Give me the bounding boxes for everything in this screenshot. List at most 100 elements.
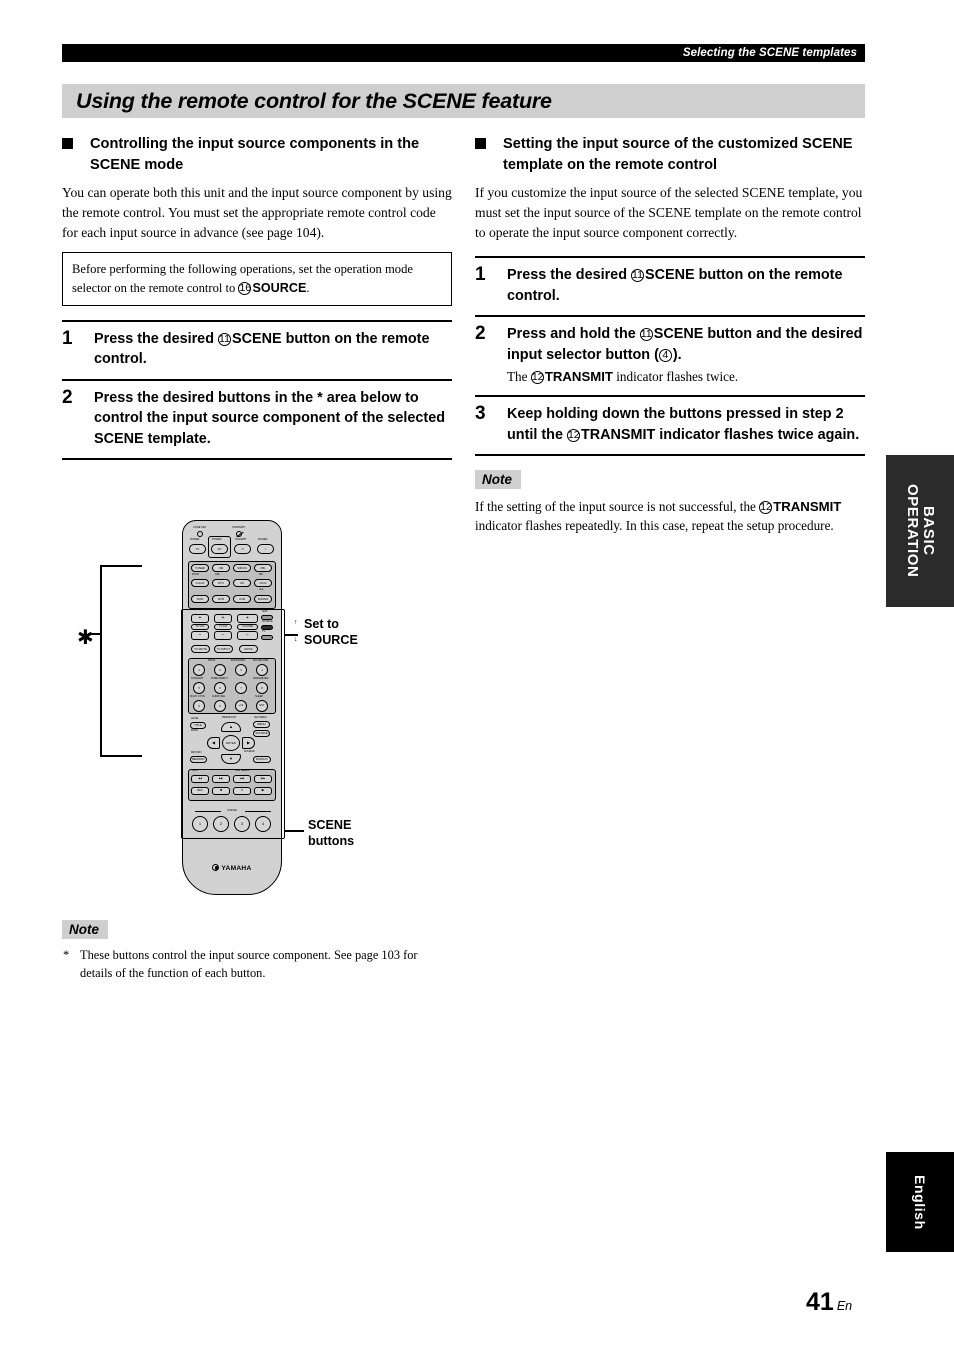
remote-key-tuner[interactable]: TUNER [191, 564, 209, 572]
page-title: Using the remote control for the SCENE f… [76, 88, 552, 113]
left-step-1-text: Press the desired 11 SCENE button on the … [94, 329, 452, 370]
transmit-label: TRANSMIT [232, 526, 246, 529]
set-to-source-arrow-down: ↓ [294, 636, 298, 643]
label-stars: ★★ [259, 588, 264, 591]
circled-number-11: 11 [630, 269, 644, 283]
set-to-source-arrow-up: ↑ [294, 619, 298, 626]
set-to-source-line2: SOURCE [304, 632, 358, 647]
left-column: Controlling the input source components … [62, 134, 452, 461]
brand-logo: YAMAHA [183, 864, 281, 872]
side-tab-basic-text: BASIC OPERATION [904, 484, 937, 578]
bullet-square-icon [475, 138, 486, 149]
right-step-1-bold: SCENE [644, 267, 695, 284]
remote-control-body: CODE SET TRANSMIT POWER POWER STANDBY PO… [181, 520, 285, 895]
running-header-text: Selecting the SCENE templates [682, 47, 857, 59]
circled-number-12: 12 [759, 501, 773, 515]
right-step-2-pre: Press and hold the [507, 326, 640, 343]
remote-key-phono[interactable]: PHONO [254, 595, 272, 603]
right-step-2-post-end: ). [672, 346, 682, 363]
remote-key-vcr[interactable]: VCR [233, 595, 251, 603]
right-step-3-bold: TRANSMIT [580, 426, 656, 443]
circled-number-16: 16 [238, 281, 252, 295]
right-section-heading-text: Setting the input source of the customiz… [503, 136, 853, 174]
bullet-square-icon [62, 138, 73, 149]
remote-key-tv-power[interactable]: TV [189, 544, 206, 554]
remote-key-vaux[interactable]: V-AUX [191, 579, 209, 587]
footnote-text: These buttons control the input source c… [80, 948, 418, 980]
side-tab-english-text: English [912, 1174, 928, 1230]
highlight-box-operation-mode [208, 536, 231, 558]
left-step-1-pre: Press the desired [94, 330, 218, 347]
running-header: Selecting the SCENE templates [62, 44, 865, 62]
page-title-band: Using the remote control for the SCENE f… [62, 84, 865, 118]
set-to-source-line1: Set to [304, 617, 339, 631]
right-step-3-number: 3 [475, 403, 486, 425]
code-set-label: CODE SET [193, 526, 207, 529]
left-intro-paragraph: You can operate both this unit and the i… [62, 184, 452, 240]
scene-buttons-callout: SCENE buttons [308, 818, 354, 849]
page-number-value: 41 [806, 1288, 834, 1316]
label-crl: CRL [215, 573, 221, 576]
left-step-2-text: Press the desired buttons in the * area … [94, 389, 446, 447]
right-step-2-number: 2 [475, 323, 486, 345]
footnote-marker: * [63, 948, 70, 962]
right-steps: 1 Press the desired 11 SCENE button on th… [475, 256, 865, 457]
remote-key-dtv[interactable]: DTV [212, 579, 230, 587]
left-step-2: 2 Press the desired buttons in the * are… [62, 378, 452, 461]
remote-key-dvd[interactable]: DVD [191, 595, 209, 603]
power-label-power: POWER [258, 538, 268, 541]
circled-number-12: 12 [530, 371, 544, 385]
remote-key-cdr[interactable]: CD-R [254, 579, 272, 587]
remote-key-cbl[interactable]: CBL [254, 564, 272, 572]
left-footnote: * These buttons control the input source … [62, 947, 452, 983]
code-set-led-icon [197, 530, 203, 537]
power-label-standby: STANDBY [235, 538, 247, 541]
side-tab-basic-operation: BASIC OPERATION [886, 455, 954, 607]
boxed-note-source: SOURCE [252, 280, 307, 295]
right-step-2: 2 Press and hold the 11 SCENE button and … [475, 315, 865, 395]
circled-number-11: 11 [217, 332, 231, 346]
power-label-tv: POWER [190, 538, 200, 541]
remote-key-dvr[interactable]: DVR [212, 595, 230, 603]
right-step-3-post: indicator flashes twice again. [655, 426, 860, 443]
side-tab-basic-line2: OPERATION [904, 484, 921, 578]
page-number: 41 En [806, 1288, 852, 1317]
bracket-vertical [100, 565, 102, 755]
right-note-text: If the setting of the input source is no… [475, 497, 865, 535]
right-step-2-sub-post: indicator flashes twice. [612, 369, 739, 385]
highlight-box-star-area [181, 609, 285, 839]
right-note-pre: If the setting of the input source is no… [475, 499, 760, 515]
left-step-2-number: 2 [62, 386, 73, 408]
page-number-suffix: En [836, 1299, 853, 1313]
scene-buttons-leader [284, 830, 304, 832]
label-md: MD [259, 573, 263, 576]
remote-key-standby[interactable]: ⏻ [234, 544, 251, 554]
left-boxed-note: Before performing the following operatio… [62, 252, 452, 306]
right-note-block: Note If the setting of the input source … [475, 470, 865, 535]
left-steps: 1 Press the desired 11 SCENE button on th… [62, 319, 452, 461]
right-step-1: 1 Press the desired 11 SCENE button on th… [475, 256, 865, 315]
remote-top-indicators: CODE SET TRANSMIT [191, 526, 275, 538]
left-section-heading-text: Controlling the input source components … [90, 136, 420, 174]
remote-key-power-on[interactable]: I [257, 544, 274, 554]
label-dock: DOCK [192, 573, 200, 576]
right-step-1-number: 1 [475, 264, 486, 286]
remote-key-xm[interactable]: XM [212, 564, 230, 572]
yamaha-tuning-fork-icon [212, 864, 220, 871]
transmit-led-icon [236, 530, 242, 537]
right-column: Setting the input source of the customiz… [475, 134, 865, 536]
remote-key-cd[interactable]: CD [233, 579, 251, 587]
remote-key-sirius[interactable]: SIRIUS [233, 564, 251, 572]
left-section-heading: Controlling the input source components … [62, 134, 452, 177]
right-step-1-pre: Press the desired [507, 267, 631, 284]
right-step-1-text: Press the desired 11 SCENE button on the … [507, 265, 865, 306]
left-note-label: Note [62, 920, 108, 939]
side-tab-english: English [886, 1152, 954, 1252]
circled-number-11: 11 [639, 328, 653, 342]
right-step-2-text: Press and hold the 11 SCENE button and th… [507, 324, 865, 365]
right-step-2-sub: The 12TRANSMIT indicator flashes twice. [507, 367, 865, 386]
right-step-2-sub-pre: The [507, 369, 531, 385]
right-step-3: 3 Keep holding down the buttons pressed … [475, 395, 865, 457]
set-to-source-callout: Set to SOURCE [304, 617, 358, 648]
bracket-arm-bottom [100, 755, 142, 757]
